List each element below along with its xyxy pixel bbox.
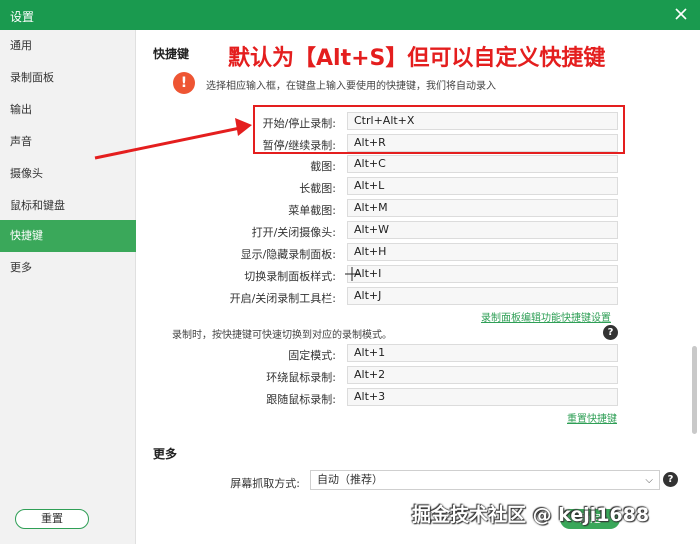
capture-method-value: 自动（推荐） <box>317 473 383 486</box>
reset-button[interactable]: 重置 <box>15 509 89 529</box>
shortcut-input-toolbar-toggle[interactable]: Alt+J <box>347 287 618 305</box>
panel-shortcut-settings-link[interactable]: 录制面板编辑功能快捷键设置 <box>481 309 611 324</box>
shortcut-label-toolbar-toggle: 开启/关闭录制工具栏: <box>229 292 336 305</box>
mode-label-fixed: 固定模式: <box>288 349 336 362</box>
sidebar-item-output[interactable]: 输出 <box>0 94 136 126</box>
shortcut-input-menu-screenshot[interactable]: Alt+M <box>347 199 618 217</box>
shortcut-input-screenshot[interactable]: Alt+C <box>347 155 618 173</box>
shortcut-input-panel-style[interactable]: Alt+I <box>347 265 618 283</box>
sidebar-item-general[interactable]: 通用 <box>0 30 136 62</box>
scrollbar[interactable] <box>692 346 697 434</box>
sidebar-item-shortcuts[interactable]: 快捷键 <box>0 220 136 252</box>
shortcut-label-long-screenshot: 长截图: <box>299 182 336 195</box>
warning-icon: ! <box>173 72 195 94</box>
sidebar-item-record-panel[interactable]: 录制面板 <box>0 62 136 94</box>
watermark: 掘金技术社区 @ keji1688 <box>412 504 650 526</box>
reset-shortcuts-link[interactable]: 重置快捷键 <box>567 410 617 425</box>
question-icon[interactable]: ? <box>603 325 618 340</box>
annotation-text: 默认为【Alt+S】但可以自定义快捷键 <box>228 46 606 71</box>
sidebar-item-mouse-keyboard[interactable]: 鼠标和键盘 <box>0 190 136 222</box>
shortcut-label-menu-screenshot: 菜单截图: <box>288 204 336 217</box>
sidebar: 通用 录制面板 输出 声音 摄像头 鼠标和键盘 快捷键 更多 <box>0 30 136 544</box>
shortcut-label-panel-style: 切换录制面板样式: <box>244 270 336 283</box>
mode-label-follow-mouse: 跟随鼠标录制: <box>266 393 336 406</box>
more-section-title: 更多 <box>153 447 178 461</box>
window-title: 设置 <box>10 10 35 24</box>
annotation-highlight-box <box>253 105 625 154</box>
chevron-down-icon: ⌵ <box>645 475 653 486</box>
shortcut-input-camera-toggle[interactable]: Alt+W <box>347 221 618 239</box>
mode-note: 录制时，按快捷键可快速切换到对应的录制模式。 <box>172 330 392 341</box>
sidebar-item-sound[interactable]: 声音 <box>0 126 136 158</box>
shortcuts-hint: 选择相应输入框，在键盘上输入要使用的快捷键，我们将自动录入 <box>206 81 496 92</box>
mode-input-follow-mouse[interactable]: Alt+3 <box>347 388 618 406</box>
move-cursor-icon <box>345 267 359 281</box>
shortcut-input-panel-toggle[interactable]: Alt+H <box>347 243 618 261</box>
shortcut-label-panel-toggle: 显示/隐藏录制面板: <box>240 248 336 261</box>
sidebar-item-camera[interactable]: 摄像头 <box>0 158 136 190</box>
capture-method-select[interactable]: 自动（推荐） ⌵ <box>310 470 660 490</box>
mode-label-around-mouse: 环绕鼠标录制: <box>266 371 336 384</box>
sidebar-item-more[interactable]: 更多 <box>0 252 136 284</box>
shortcuts-section-title: 快捷键 <box>153 47 190 61</box>
mode-input-fixed[interactable]: Alt+1 <box>347 344 618 362</box>
title-bar: 设置 <box>0 0 700 30</box>
question-icon[interactable]: ? <box>663 472 678 487</box>
capture-method-label: 屏幕抓取方式: <box>230 477 300 490</box>
mode-input-around-mouse[interactable]: Alt+2 <box>347 366 618 384</box>
shortcut-label-screenshot: 截图: <box>310 160 336 173</box>
shortcut-label-camera-toggle: 打开/关闭摄像头: <box>251 226 336 239</box>
close-icon[interactable] <box>672 5 690 23</box>
shortcut-input-long-screenshot[interactable]: Alt+L <box>347 177 618 195</box>
